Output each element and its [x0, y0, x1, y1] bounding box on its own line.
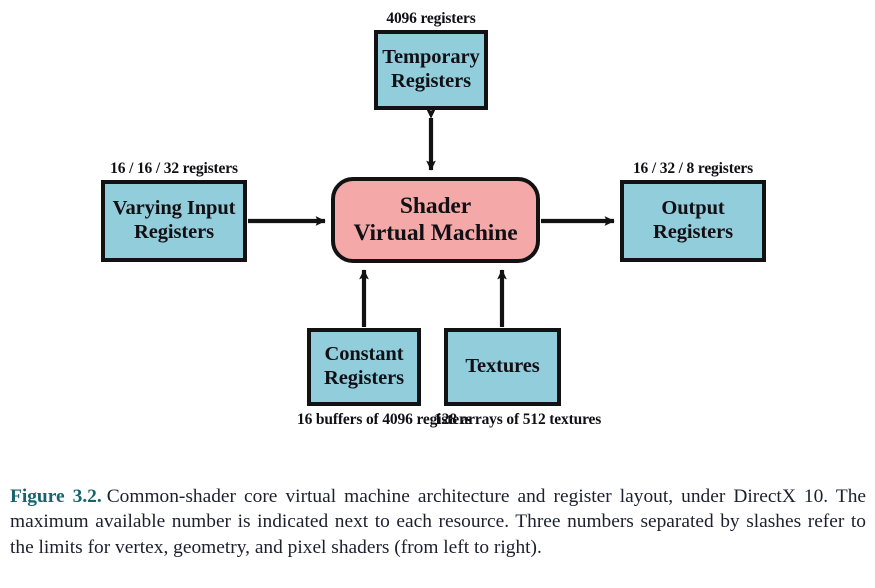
shader-virtual-machine-title-line1: Shader	[399, 192, 472, 219]
textures-annotation-line2: 512 textures	[522, 411, 602, 428]
constant-registers-title-line1: Constant	[324, 343, 404, 366]
node-output-registers: Output Registers	[620, 180, 766, 262]
varying-input-registers-title-line1: Varying Input	[112, 197, 236, 220]
node-constant-registers: Constant Registers	[307, 328, 421, 406]
node-shader-virtual-machine: Shader Virtual Machine	[331, 177, 540, 263]
figure-caption-text: Common-shader core virtual machine archi…	[10, 486, 866, 558]
node-varying-input-registers: Varying Input Registers	[101, 180, 247, 262]
output-registers-title-line1: Output	[661, 197, 725, 220]
node-temporary-registers: Temporary Registers	[374, 30, 488, 110]
temporary-registers-title-line1: Temporary	[382, 46, 480, 69]
output-registers-title-line2: Registers	[653, 221, 733, 243]
varying-input-registers-title-line2: Registers	[134, 221, 214, 243]
textures-title-line1: Textures	[465, 355, 540, 378]
constant-registers-annotation: 16 buffers of 4096 registers	[297, 410, 472, 429]
output-registers-annotation: 16 / 32 / 8 registers	[632, 160, 754, 177]
figure-number-label: Figure 3.2.	[10, 486, 102, 507]
constant-registers-annotation-line1: 16 buffers of	[297, 411, 379, 428]
temporary-registers-title-line2: Registers	[391, 70, 471, 92]
textures-annotation-line1: 128 arrays of	[434, 411, 520, 428]
varying-input-registers-annotation: 16 / 16 / 32 registers	[110, 160, 238, 177]
textures-annotation: 128 arrays of 512 textures	[434, 410, 601, 429]
constant-registers-title-line2: Registers	[324, 367, 404, 389]
shader-virtual-machine-title-line2: Virtual Machine	[353, 220, 518, 246]
node-textures: Textures	[444, 328, 561, 406]
figure-caption: Figure 3.2. Common-shader core virtual ma…	[10, 484, 866, 560]
figure-container: 4096 registers 16 / 16 / 32 registers 16…	[0, 0, 875, 588]
temporary-registers-annotation: 4096 registers	[386, 10, 476, 27]
